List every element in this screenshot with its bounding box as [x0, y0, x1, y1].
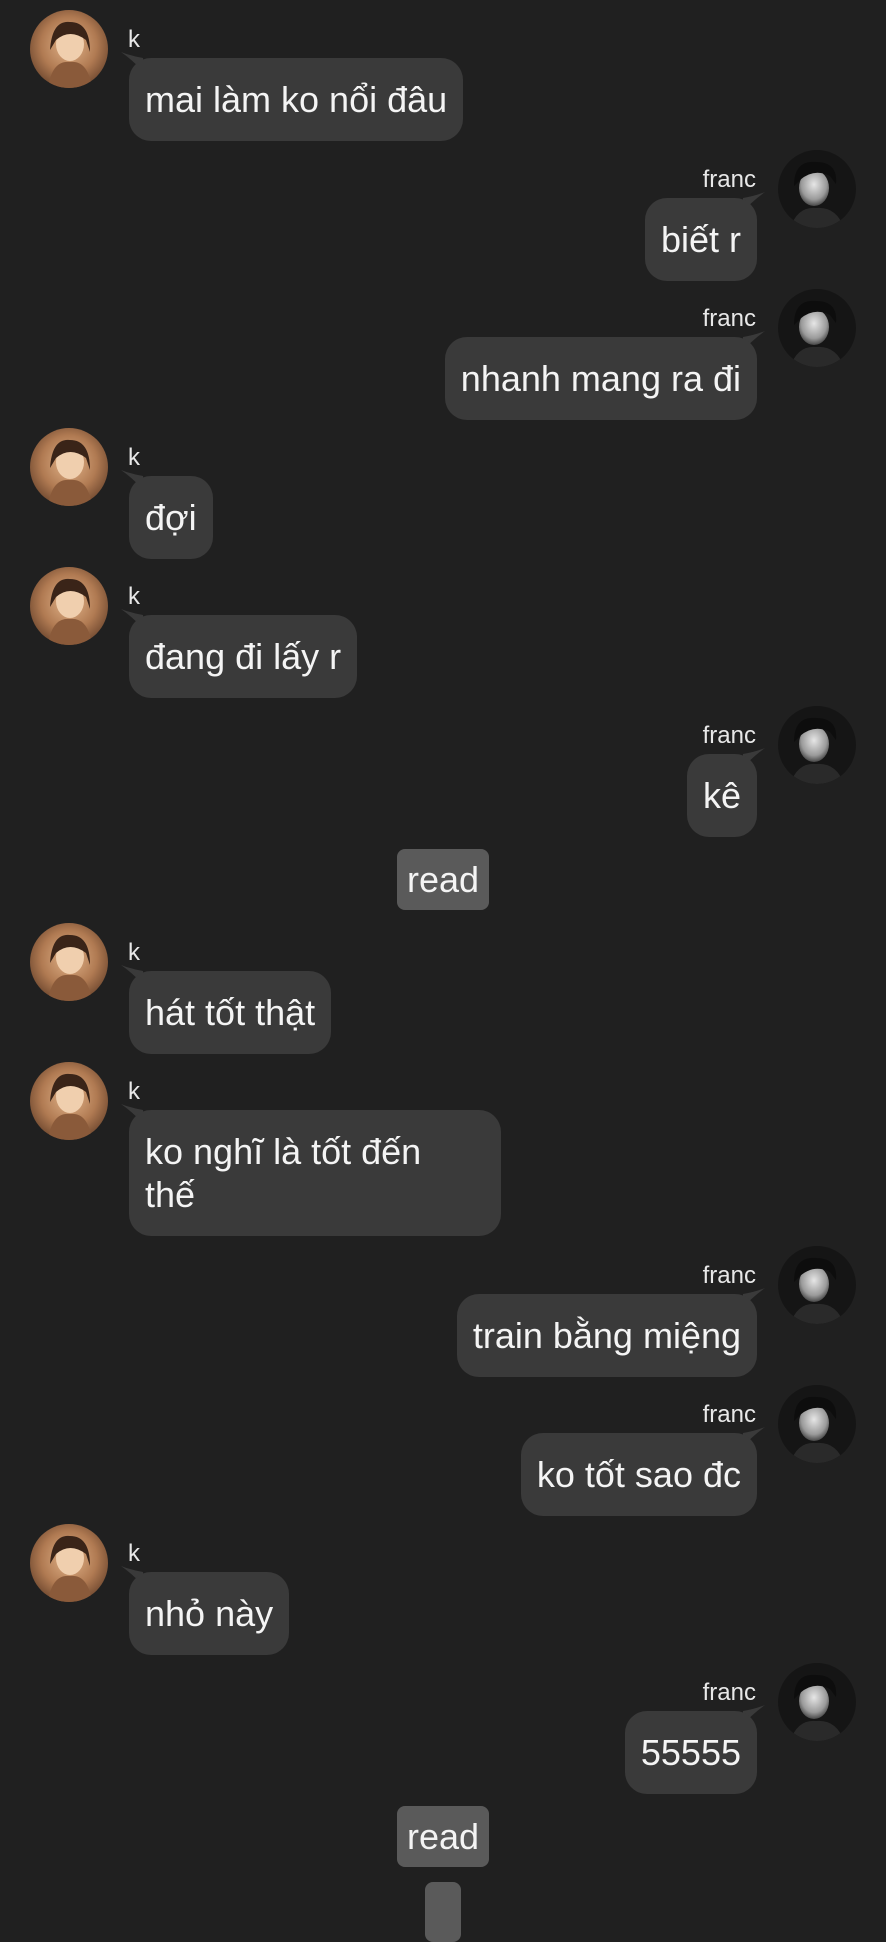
message-bubble[interactable]: train bằng miệng — [456, 1294, 757, 1377]
user-avatar-icon-franc[interactable] — [778, 289, 856, 367]
sender-name: k — [128, 583, 140, 610]
user-avatar-icon-franc[interactable] — [778, 150, 856, 228]
chat-screen: { "colors": { "background": "#202020", "… — [0, 0, 886, 1942]
user-avatar-icon-franc[interactable] — [778, 1385, 856, 1463]
sender-name: franc — [702, 305, 756, 332]
message-bubble[interactable]: hát tốt thật — [129, 971, 332, 1054]
sender-name: franc — [702, 1262, 756, 1289]
read-receipt: read — [397, 1806, 490, 1867]
user-avatar-icon-franc[interactable] — [778, 1246, 856, 1324]
sender-name: franc — [702, 1679, 756, 1706]
message-bubble[interactable]: kê — [686, 754, 757, 837]
message-bubble[interactable]: nhỏ này — [129, 1572, 290, 1655]
user-avatar-icon-k[interactable] — [30, 923, 108, 1001]
sender-name: franc — [702, 722, 756, 749]
sender-name: k — [128, 26, 140, 53]
message-bubble[interactable]: biết r — [644, 198, 757, 281]
sender-name: franc — [702, 1401, 756, 1428]
message-bubble[interactable]: đang đi lấy r — [129, 615, 358, 698]
user-avatar-icon-k[interactable] — [30, 1062, 108, 1140]
partial-badge — [425, 1882, 461, 1942]
user-avatar-icon-k[interactable] — [30, 1524, 108, 1602]
message-bubble[interactable]: ko tốt sao đc — [520, 1433, 757, 1516]
user-avatar-icon-franc[interactable] — [778, 1663, 856, 1741]
message-bubble[interactable]: đợi — [129, 476, 213, 559]
sender-name: k — [128, 1078, 140, 1105]
sender-name: k — [128, 939, 140, 966]
message-bubble[interactable]: ko nghĩ là tốt đến thế — [129, 1110, 501, 1236]
user-avatar-icon-k[interactable] — [30, 567, 108, 645]
read-receipt: read — [397, 849, 490, 910]
message-bubble[interactable]: mai làm ko nổi đâu — [129, 58, 464, 141]
user-avatar-icon-franc[interactable] — [778, 706, 856, 784]
sender-name: k — [128, 444, 140, 471]
user-avatar-icon-k[interactable] — [30, 428, 108, 506]
user-avatar-icon-k[interactable] — [30, 10, 108, 88]
sender-name: franc — [702, 166, 756, 193]
message-bubble[interactable]: 55555 — [624, 1711, 757, 1794]
message-bubble[interactable]: nhanh mang ra đi — [444, 337, 757, 420]
sender-name: k — [128, 1540, 140, 1567]
